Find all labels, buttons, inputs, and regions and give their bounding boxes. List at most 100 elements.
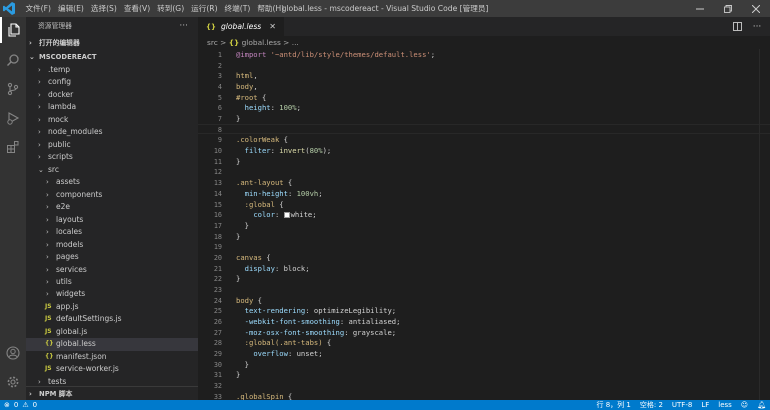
breadcrumb-symbols[interactable]: > ... bbox=[283, 38, 299, 47]
end-of-line[interactable]: LF bbox=[701, 400, 709, 410]
vertical-scrollbar[interactable] bbox=[759, 49, 770, 400]
section-open-editors[interactable]: › 打开的编辑器 bbox=[26, 36, 198, 50]
tree-folder[interactable]: › .temp bbox=[26, 64, 198, 76]
menu-item[interactable]: 文件(F) bbox=[22, 0, 54, 17]
tree-item-label: models bbox=[56, 239, 84, 249]
color-swatch[interactable] bbox=[283, 212, 290, 219]
tree-folder[interactable]: ⌄ src bbox=[26, 164, 198, 176]
tree-folder[interactable]: › e2e bbox=[26, 201, 198, 213]
source-control-icon[interactable] bbox=[0, 76, 26, 102]
tree-file[interactable]: JS service-worker.js bbox=[26, 363, 198, 375]
file-tree: › .temp › config › docker › lambda › mock › node_mo… bbox=[26, 64, 198, 388]
editor-more-icon[interactable]: ··· bbox=[747, 17, 767, 36]
line-number: 12 bbox=[213, 168, 222, 177]
language-mode[interactable]: less bbox=[718, 400, 732, 410]
explorer-icon[interactable] bbox=[0, 17, 26, 43]
split-editor-icon[interactable] bbox=[727, 17, 747, 36]
line-number: 20 bbox=[213, 253, 222, 262]
js-file-icon: JS bbox=[45, 315, 52, 323]
tree-file[interactable]: {} manifest.json bbox=[26, 351, 198, 363]
line-number: 19 bbox=[213, 243, 222, 252]
chevron-right-icon: › bbox=[38, 115, 41, 124]
tree-folder[interactable]: › services bbox=[26, 264, 198, 276]
tree-folder[interactable]: › pages bbox=[26, 251, 198, 263]
code-token: 100vh bbox=[296, 188, 319, 198]
code-token: : bbox=[287, 188, 297, 198]
cursor-position[interactable]: 行 8，列 1 bbox=[597, 400, 631, 410]
account-icon[interactable] bbox=[0, 340, 26, 366]
encoding[interactable]: UTF-8 bbox=[672, 400, 692, 410]
error-icon: ⊗ bbox=[4, 401, 10, 409]
title-bar: 文件(F) 编辑(E) 选择(S) 查看(V) 转到(G) 运行(R) 终端(T) 帮助(H)… bbox=[0, 0, 770, 17]
code-token: .ant-layout bbox=[236, 178, 284, 188]
tree-file[interactable]: {} global.less bbox=[26, 338, 198, 351]
tree-folder[interactable]: › layouts bbox=[26, 214, 198, 226]
code-token: : block; bbox=[274, 263, 310, 273]
breadcrumb-file[interactable]: global.less bbox=[242, 38, 281, 47]
tree-file[interactable]: JS app.js bbox=[26, 301, 198, 313]
tree-item-label: service-worker.js bbox=[56, 364, 119, 374]
tree-folder[interactable]: › components bbox=[26, 189, 198, 201]
tree-folder[interactable]: › widgets bbox=[26, 288, 198, 300]
chevron-right-icon: › bbox=[38, 90, 41, 99]
problems-indicator[interactable]: ⊗ 0 ⚠ 0 bbox=[4, 400, 37, 410]
tree-folder[interactable]: › lambda bbox=[26, 101, 198, 113]
maximize-button[interactable] bbox=[714, 0, 742, 17]
notifications-icon[interactable]: 🔔︎ bbox=[757, 400, 766, 410]
section-project[interactable]: ⌄ MSCODEREACT bbox=[26, 50, 198, 64]
code-line: .colorWeak { bbox=[236, 135, 288, 146]
line-number: 26 bbox=[213, 318, 222, 326]
section-npm-scripts[interactable]: › NPM 脚本 bbox=[26, 386, 198, 400]
tree-folder[interactable]: › scripts bbox=[26, 151, 198, 163]
menu-item[interactable]: 终端(T) bbox=[221, 0, 254, 17]
indentation[interactable]: 空格: 2 bbox=[640, 400, 663, 410]
tree-folder[interactable]: › utils bbox=[26, 276, 198, 288]
search-icon[interactable] bbox=[0, 47, 26, 73]
line-number: 29 bbox=[213, 350, 222, 359]
run-debug-icon[interactable] bbox=[0, 105, 26, 131]
code-line: @import '~antd/lib/style/themes/default.… bbox=[236, 50, 435, 61]
code-token: '~antd/lib/style/themes/default.less' bbox=[270, 50, 431, 59]
line-number: 10 bbox=[213, 147, 222, 156]
line-number: 14 bbox=[213, 189, 222, 198]
code-editor[interactable]: 1 @import '~antd/lib/style/themes/default… bbox=[198, 49, 770, 400]
extensions-icon[interactable] bbox=[0, 134, 26, 160]
tree-file[interactable]: JS global.js bbox=[26, 326, 198, 338]
line-number: 13 bbox=[213, 179, 222, 188]
code-token: , bbox=[253, 82, 258, 92]
minimize-button[interactable] bbox=[686, 0, 714, 17]
restore-icon bbox=[724, 4, 732, 13]
code-token: } bbox=[236, 156, 241, 166]
code-token: canvas bbox=[236, 252, 262, 262]
tree-folder[interactable]: › docker bbox=[26, 89, 198, 101]
code-token: .globalSpin bbox=[236, 391, 284, 400]
tree-folder[interactable]: › locales bbox=[26, 226, 198, 238]
tab-close-icon[interactable]: ✕ bbox=[269, 22, 276, 31]
tree-folder[interactable]: › models bbox=[26, 239, 198, 251]
tree-folder[interactable]: › public bbox=[26, 139, 198, 151]
tree-item-label: utils bbox=[56, 276, 72, 286]
menu-item[interactable]: 编辑(E) bbox=[54, 0, 87, 17]
tree-item-label: services bbox=[56, 264, 87, 274]
menu-item[interactable]: 转到(G) bbox=[154, 0, 188, 17]
feedback-icon[interactable]: ☺ bbox=[741, 400, 748, 410]
code-token: } bbox=[236, 370, 241, 380]
line-number: 15 bbox=[213, 200, 222, 209]
menu-item[interactable]: 运行(R) bbox=[188, 0, 221, 17]
close-window-button[interactable] bbox=[742, 0, 770, 17]
code-token: white; bbox=[290, 210, 317, 220]
tree-file[interactable]: JS defaultSettings.js bbox=[26, 313, 198, 325]
tree-folder[interactable]: › mock bbox=[26, 114, 198, 126]
tab-global-less[interactable]: {} global.less ✕ bbox=[198, 17, 284, 36]
more-actions-icon[interactable]: ··· bbox=[179, 17, 188, 36]
code-token: @import bbox=[236, 50, 267, 59]
tree-folder[interactable]: › node_modules bbox=[26, 126, 198, 138]
breadcrumb-folder[interactable]: src bbox=[207, 38, 218, 47]
menu-item[interactable]: 帮助(H) bbox=[254, 0, 288, 17]
menu-item[interactable]: 选择(S) bbox=[87, 0, 120, 17]
settings-gear-icon[interactable] bbox=[0, 369, 26, 395]
tree-folder[interactable]: › config bbox=[26, 76, 198, 88]
menu-item[interactable]: 查看(V) bbox=[120, 0, 153, 17]
tree-folder[interactable]: › assets bbox=[26, 176, 198, 188]
code-token: text-rendering bbox=[244, 306, 306, 316]
